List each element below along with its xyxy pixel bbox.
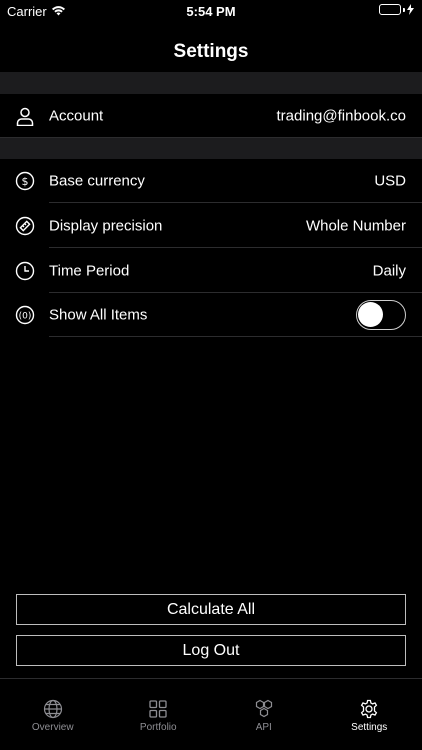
grid-icon [149, 700, 167, 718]
status-bar: Carrier 5:54 PM [0, 0, 422, 22]
account-email: trading@finbook.co [276, 107, 406, 125]
time-period-label: Time Period [49, 262, 130, 280]
status-time: 5:54 PM [186, 4, 236, 19]
calculate-all-button[interactable]: Calculate All [16, 594, 406, 625]
tab-portfolio[interactable]: Portfolio [106, 679, 212, 750]
tab-api-label: API [255, 722, 272, 733]
tab-api[interactable]: API [211, 679, 317, 750]
time-period-row[interactable]: Time Period Daily [0, 249, 422, 293]
log-out-button[interactable]: Log Out [16, 635, 406, 666]
time-period-value: Daily [372, 262, 406, 280]
base-currency-value: USD [374, 172, 406, 190]
show-all-items-toggle[interactable] [356, 300, 406, 330]
gear-icon [361, 699, 378, 719]
account-row[interactable]: Account trading@finbook.co [0, 94, 422, 138]
section-divider [0, 72, 422, 94]
battery-icon [379, 4, 414, 15]
section-divider [0, 138, 422, 159]
tab-overview-label: Overview [31, 722, 74, 733]
tab-portfolio-label: Portfolio [139, 722, 177, 733]
dollar-circle-icon: $ [14, 170, 36, 192]
hexagons-icon [255, 699, 272, 718]
tab-bar: Overview Portfolio API Settings [0, 678, 422, 750]
display-precision-value: Whole Number [305, 217, 406, 235]
display-precision-label: Display precision [49, 217, 163, 235]
tab-overview[interactable]: Overview [0, 679, 106, 750]
show-all-items-row: (0) Show All Items [0, 293, 422, 337]
tab-settings[interactable]: Settings [317, 679, 422, 750]
tab-settings-label: Settings [351, 722, 388, 733]
svg-text:(0): (0) [19, 312, 32, 322]
display-precision-row[interactable]: Display precision Whole Number [0, 204, 422, 248]
base-currency-label: Base currency [49, 172, 145, 190]
zero-circle-icon: (0) [14, 304, 36, 326]
clock-icon [14, 260, 36, 282]
ruler-circle-icon [14, 215, 36, 237]
show-all-items-label: Show All Items [49, 306, 148, 324]
svg-text:$: $ [22, 175, 29, 188]
globe-icon [43, 699, 62, 719]
toggle-knob [358, 302, 383, 327]
account-label: Account [49, 107, 104, 125]
person-icon [14, 105, 36, 127]
page-title: Settings [173, 41, 249, 62]
base-currency-row[interactable]: $ Base currency USD [0, 159, 422, 203]
